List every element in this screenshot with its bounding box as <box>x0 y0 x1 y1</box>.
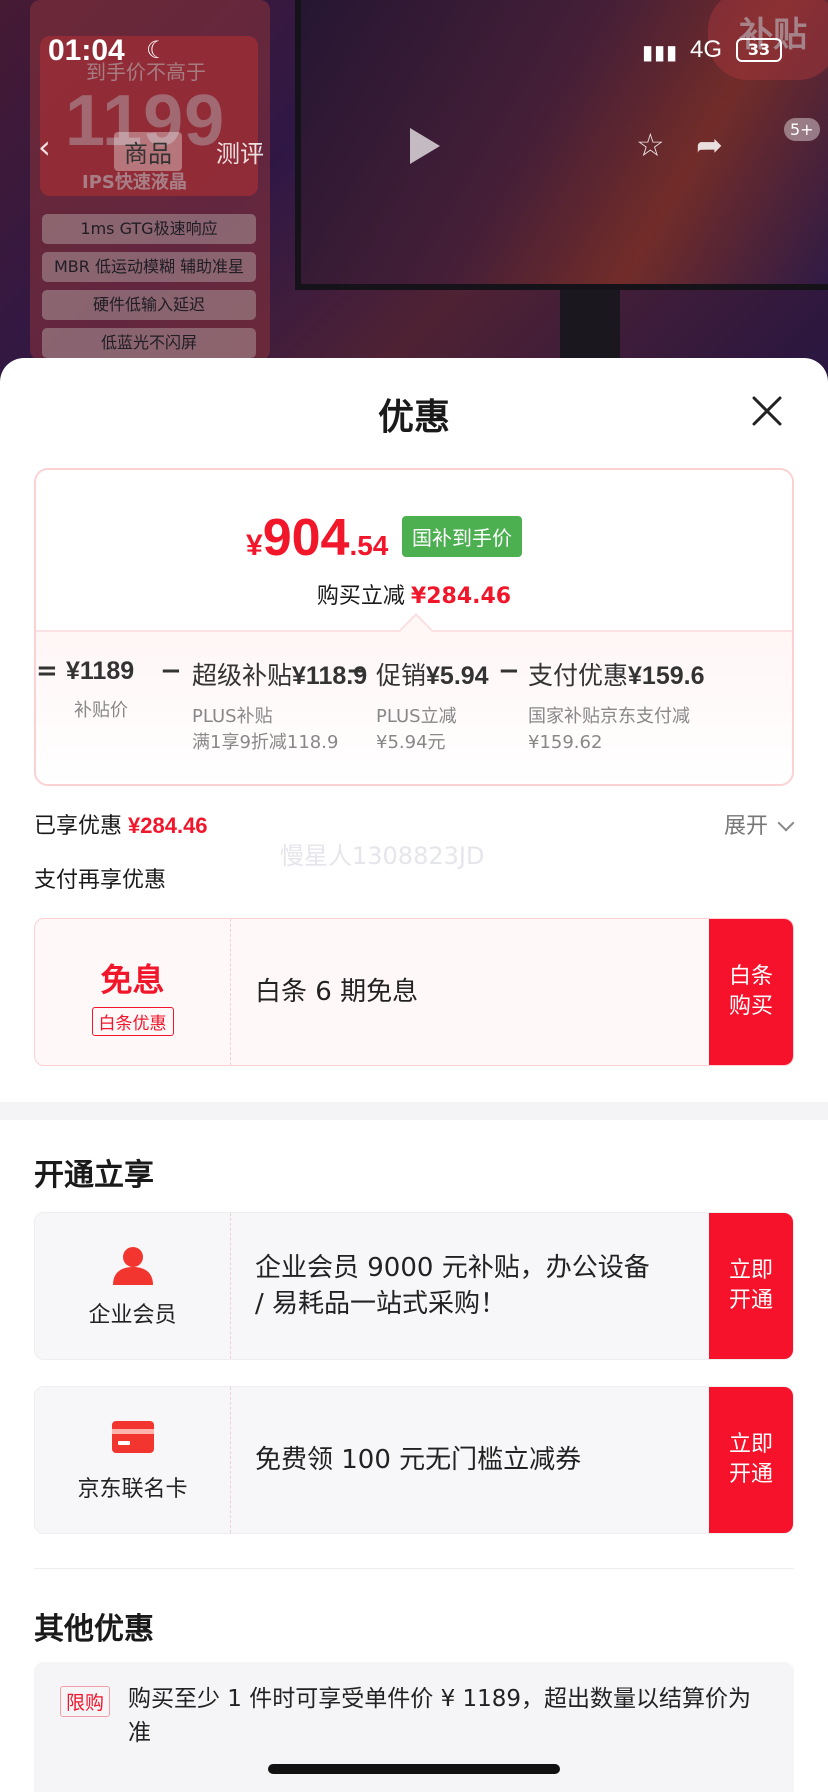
enterprise-member-label: 企业会员 <box>88 1303 177 1328</box>
divider <box>34 1568 794 1569</box>
chevron-down-icon <box>777 814 795 832</box>
sheet-title: 优惠 <box>377 397 450 438</box>
star-icon[interactable]: ☆ <box>636 126 665 164</box>
tab-goods[interactable]: 商品 <box>114 132 182 171</box>
jd-card-offer: 京东联名卡 免费领 100 元无门槛立减券 立即开通 <box>34 1386 794 1534</box>
play-icon[interactable] <box>398 122 446 170</box>
minus-sign: − <box>498 656 520 686</box>
minus-sign: − <box>346 656 368 686</box>
card-icon <box>111 1421 154 1453</box>
section-divider <box>0 1102 828 1120</box>
battery-icon: 33 <box>736 38 782 62</box>
product-navbar: ‹ 商品 测评 ☆ ➦ 5+ <box>0 118 828 178</box>
other-offer-text: 购买至少 1 件时可享受单件价 ¥ 1189，超出数量以结算价为准 <box>128 1686 752 1746</box>
offer-text: 白条 6 期免息 <box>255 977 419 1007</box>
sheet-header: 优惠 <box>0 358 828 458</box>
breakdown-item: 促销¥5.94 PLUS立减 ¥5.94元 <box>376 661 489 753</box>
breakdown-item: 超级补贴¥118.9 PLUS补贴 满1享9折减118.9 <box>192 661 368 753</box>
price-breakdown-card: ¥904.54 国补到手价 购买立减 ¥284.46 = ¥1189 补贴价 − … <box>34 468 794 786</box>
share-icon[interactable]: ➦ <box>696 126 723 164</box>
limit-badge: 限购 <box>60 1686 111 1717</box>
equals-sign: = <box>36 656 58 686</box>
watermark: 慢星人1308823JD <box>280 842 485 870</box>
discount-sheet: 优惠 ¥904.54 国补到手价 购买立减 ¥284.46 = ¥1189 补贴价… <box>0 358 828 1792</box>
breakdown-item: ¥1189 补贴价 <box>66 657 135 721</box>
tab-review[interactable]: 测评 <box>206 132 274 171</box>
offer-text: 免费领 100 元无门槛立减券 <box>255 1445 582 1475</box>
user-icon <box>112 1247 153 1285</box>
expand-button[interactable]: 展开 <box>724 808 795 840</box>
status-bar: 01:04 ☾ ▮▮▮ 4G 33 <box>0 30 828 74</box>
other-section-title: 其他优惠 <box>34 1612 154 1647</box>
price-breakdown: = ¥1189 补贴价 − 超级补贴¥118.9 PLUS补贴 满1享9折减118… <box>36 656 792 776</box>
signal-icon: ▮▮▮ <box>642 40 679 64</box>
enterprise-member-offer: 企业会员 企业会员 9000 元补贴，办公设备 / 易耗品一站式采购！ 立即开通 <box>34 1212 794 1360</box>
open-now-button[interactable]: 立即开通 <box>709 1387 793 1533</box>
jd-card-label: 京东联名卡 <box>77 1477 188 1502</box>
minus-sign: − <box>160 656 182 686</box>
pay-more-label: 支付再享优惠 <box>34 868 167 893</box>
network-type: 4G <box>690 36 723 63</box>
home-indicator[interactable] <box>268 1764 560 1774</box>
final-price: ¥904.54 <box>246 509 389 567</box>
moon-icon: ☾ <box>146 36 168 64</box>
open-now-button[interactable]: 立即开通 <box>709 1213 793 1359</box>
price-tag-badge: 国补到手价 <box>402 516 522 557</box>
interest-free-title: 免息 <box>100 961 165 999</box>
status-time: 01:04 <box>48 34 125 67</box>
baitiao-badge: 白条优惠 <box>91 1007 174 1036</box>
baitiao-buy-button[interactable]: 白条购买 <box>709 919 793 1065</box>
offer-text: 企业会员 9000 元补贴，办公设备 / 易耗品一站式采购！ <box>255 1253 650 1319</box>
baitiao-offer: 免息 白条优惠 白条 6 期免息 白条购买 <box>34 918 794 1066</box>
breakdown-item: 支付优惠¥159.6 国家补贴京东支付减 ¥159.62 <box>528 661 705 753</box>
more-count-badge: 5+ <box>784 118 820 141</box>
purchase-reduction: 购买立减 ¥284.46 <box>316 584 512 609</box>
close-icon[interactable] <box>750 394 784 428</box>
enjoyed-discount: 已享优惠 ¥284.46 <box>34 813 208 839</box>
back-icon[interactable]: ‹ <box>38 128 51 166</box>
open-section-title: 开通立享 <box>34 1158 154 1193</box>
